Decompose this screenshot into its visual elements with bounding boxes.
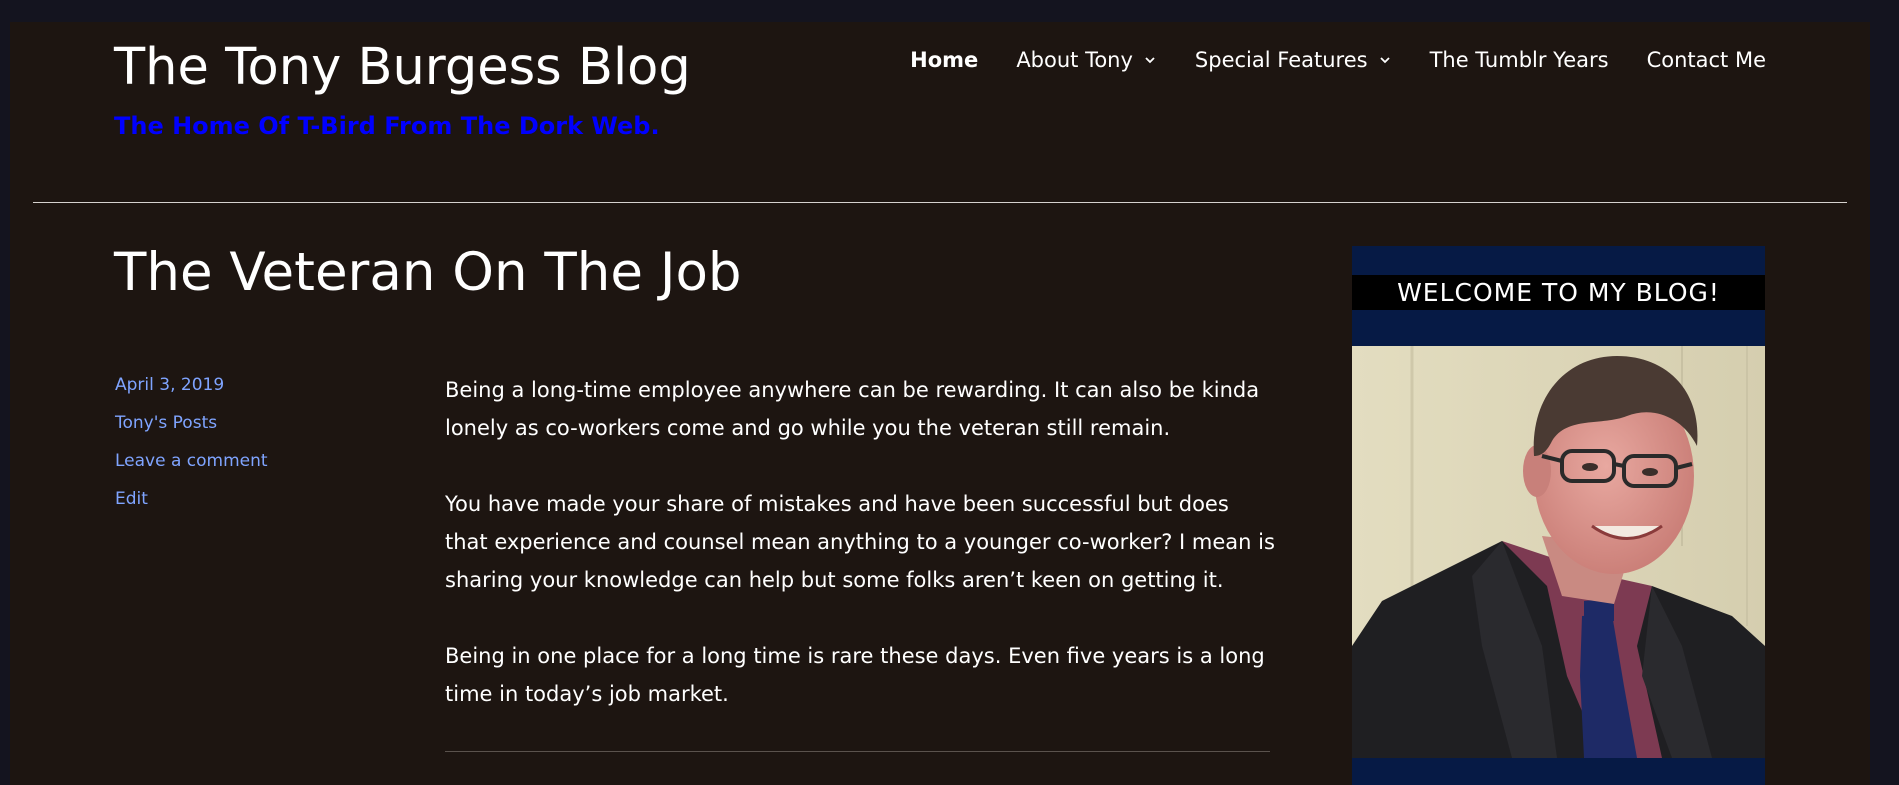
nav-item-home[interactable]: Home — [910, 48, 978, 72]
post-paragraph: Being in one place for a long time is ra… — [445, 644, 1265, 706]
sidebar-widget: WELCOME TO MY BLOG! — [1352, 246, 1765, 785]
post-date-link[interactable]: April 3, 2019 — [115, 375, 268, 413]
post-paragraph: You have made your share of mistakes and… — [445, 492, 1275, 592]
nav-item-special-features[interactable]: Special Features — [1195, 48, 1392, 72]
nav-item-contact-me[interactable]: Contact Me — [1647, 48, 1766, 72]
nav-item-label: Contact Me — [1646, 48, 1766, 72]
post-meta: April 3, 2019 Tony's Posts Leave a comme… — [115, 375, 268, 527]
nav-item-label: Special Features — [1194, 48, 1368, 72]
page-container: The Tony Burgess Blog The Home Of T-Bird… — [10, 22, 1870, 785]
site-tagline: The Home Of T-Bird From The Dork Web. — [114, 112, 660, 140]
post-title: The Veteran On The Job — [114, 242, 742, 303]
nav-item-label: Home — [910, 48, 979, 72]
content-divider — [445, 751, 1270, 752]
main-nav: Home About Tony Special Features The Tum… — [910, 48, 1766, 72]
welcome-heading: WELCOME TO MY BLOG! — [1352, 275, 1765, 310]
post-category-link[interactable]: Tony's Posts — [115, 413, 268, 451]
author-photo — [1352, 346, 1765, 758]
post-content: Being a long-time employee anywhere can … — [445, 371, 1275, 751]
nav-item-label: The Tumblr Years — [1429, 48, 1609, 72]
chevron-down-icon[interactable] — [1378, 53, 1392, 67]
post-paragraph: Being a long-time employee anywhere can … — [445, 378, 1260, 440]
header-divider — [33, 202, 1847, 203]
nav-item-about-tony[interactable]: About Tony — [1016, 48, 1157, 72]
leave-comment-link[interactable]: Leave a comment — [115, 451, 268, 489]
nav-item-label: About Tony — [1016, 48, 1133, 72]
edit-post-link[interactable]: Edit — [115, 489, 268, 527]
author-photo-illustration — [1352, 346, 1765, 758]
site-title[interactable]: The Tony Burgess Blog — [114, 38, 691, 97]
chevron-down-icon[interactable] — [1143, 53, 1157, 67]
nav-item-tumblr-years[interactable]: The Tumblr Years — [1430, 48, 1609, 72]
